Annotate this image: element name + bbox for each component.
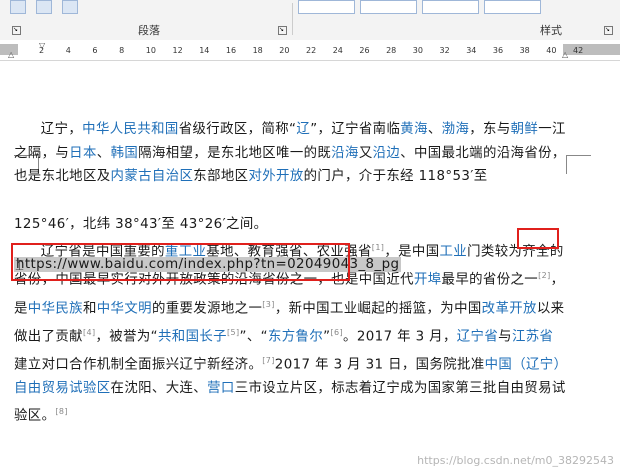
ruler-track[interactable] xyxy=(18,44,563,55)
footnote-marker-icon: [1] xyxy=(371,243,385,253)
align-left-button[interactable] xyxy=(10,0,26,14)
body-text: ”、“ xyxy=(239,329,268,345)
crop-mark-right-h xyxy=(566,155,591,156)
font-dialog-launcher-icon[interactable]: ↘ xyxy=(12,26,21,35)
body-text: 建立对口合作机制全面振兴辽宁新经济。 xyxy=(14,357,263,373)
footnote-marker-icon: [5] xyxy=(226,327,240,337)
highlight-box-url xyxy=(11,243,350,281)
ruler-tick-label: 34 xyxy=(466,46,477,55)
style-heading-2[interactable] xyxy=(484,0,541,14)
body-text: 省级行政区，简称“ xyxy=(178,122,297,137)
styles-group-label: 样式 xyxy=(540,24,562,37)
body-text: 又 xyxy=(358,145,373,161)
body-text: 。2017 年 3 月， xyxy=(343,329,457,345)
ruler-tick-label: 24 xyxy=(332,46,343,55)
ruler-tick-label: 10 xyxy=(145,46,156,55)
ruler-tick-label: 20 xyxy=(279,46,290,55)
body-text: 隔海相望，是东北地区唯一的既 xyxy=(138,145,332,161)
paragraph-1: 辽宁，中华人民共和国省级行政区，简称“辽”，辽宁省南临黄海、渤海，东与朝鲜一江之… xyxy=(14,118,566,189)
body-text: 、 xyxy=(427,122,442,137)
style-normal[interactable] xyxy=(298,0,355,14)
ruler-tick-label: 4 xyxy=(65,46,71,55)
hyperlink-text[interactable]: 共和国长子 xyxy=(158,329,227,344)
hyperlink-text[interactable]: 东方鲁尔 xyxy=(268,329,323,344)
ruler-tick-label: 8 xyxy=(119,46,125,55)
crop-mark-right xyxy=(566,155,567,174)
ruler-tick-label: 40 xyxy=(546,46,557,55)
paragraph-dialog-launcher-icon[interactable]: ↘ xyxy=(278,26,287,35)
body-text: 、 xyxy=(96,145,111,161)
body-text: ，新中国工业崛起的摇篮，为中国 xyxy=(274,300,482,316)
ruler-tick-label: 38 xyxy=(519,46,530,55)
ribbon: ↘ 段落 ↘ 样式 ↘ xyxy=(0,0,620,41)
ruler-tick-label: 6 xyxy=(92,46,98,55)
watermark-text: https://blog.csdn.net/m0_38292543 xyxy=(417,454,614,467)
hyperlink-text[interactable]: 朝鲜 xyxy=(511,122,539,137)
paragraph-group-label: 段落 xyxy=(138,24,160,37)
body-text: ”，辽宁省南临 xyxy=(310,122,401,137)
ruler-tick-label: 14 xyxy=(199,46,210,55)
footnote-marker-icon: [8] xyxy=(55,407,68,417)
hyperlink-text[interactable]: 工业 xyxy=(440,245,468,260)
ruler-tick-label: 12 xyxy=(172,46,183,55)
body-text: 与 xyxy=(498,329,512,345)
hyperlink-text[interactable]: 内蒙古自治区 xyxy=(111,169,194,184)
footnote-marker-icon: [7] xyxy=(262,355,275,365)
body-text: 和 xyxy=(82,300,97,316)
body-text: 的重要发源地之一 xyxy=(151,300,263,316)
ruler-tick-label: 32 xyxy=(439,46,450,55)
style-heading-1[interactable] xyxy=(422,0,479,14)
ruler-tick-label: 22 xyxy=(306,46,317,55)
highlight-box-small xyxy=(517,228,559,249)
body-text: 最早的省份之一 xyxy=(441,272,539,288)
hyperlink-text[interactable]: 韩国 xyxy=(111,146,139,161)
hyperlink-text[interactable]: 中华人民共和国 xyxy=(82,122,179,137)
body-text: 东部地区 xyxy=(193,169,249,185)
footnote-marker-icon: [2] xyxy=(538,271,551,281)
footnote-marker-icon: [4] xyxy=(82,327,96,337)
ruler-tick-label: 42 xyxy=(573,46,584,55)
align-right-button[interactable] xyxy=(62,0,78,14)
footnote-marker-icon: [3] xyxy=(262,299,275,309)
ribbon-separator xyxy=(292,3,293,35)
body-text: ，被誉为“ xyxy=(95,329,158,345)
paragraph-1-tail: 125°46′，北纬 38°43′至 43°26′之间。 xyxy=(14,216,268,232)
hyperlink-text[interactable]: 营口 xyxy=(207,381,235,396)
body-text: 的门户，介于东经 118°53′至 xyxy=(303,169,488,185)
ruler-tick-label: 18 xyxy=(252,46,263,55)
hyperlink-text[interactable]: 渤海 xyxy=(442,122,470,137)
ruler-right-margin xyxy=(563,44,620,55)
hyperlink-text[interactable]: 日本 xyxy=(69,146,97,161)
hyperlink-text[interactable]: 辽宁省 xyxy=(457,329,498,344)
styles-dialog-launcher-icon[interactable]: ↘ xyxy=(604,26,613,35)
hyperlink-text[interactable]: 对外开放 xyxy=(248,169,303,184)
hyperlink-text[interactable]: 中华民族 xyxy=(28,301,83,316)
ruler-tick-label: 16 xyxy=(225,46,237,55)
hyperlink-text[interactable]: 黄海 xyxy=(400,122,428,137)
ruler-tick-label: 28 xyxy=(386,46,397,55)
hyperlink-text[interactable]: 改革开放 xyxy=(482,301,537,316)
body-text: 2017 年 3 月 31 日，国务院批准 xyxy=(274,357,485,373)
body-text: ，东与 xyxy=(469,122,511,137)
body-text: 辽宁， xyxy=(40,122,83,137)
footnote-marker-icon: [6] xyxy=(330,327,344,337)
right-indent-icon[interactable]: △ xyxy=(562,50,568,59)
ruler-tick-label: 30 xyxy=(412,46,423,55)
ruler-tick-label: 36 xyxy=(492,46,504,55)
hyperlink-text[interactable]: 辽 xyxy=(296,122,310,137)
hyperlink-text[interactable]: 中华文明 xyxy=(97,301,152,316)
hyperlink-text[interactable]: 江苏省 xyxy=(512,329,553,344)
hyperlink-text[interactable]: 开埠 xyxy=(414,273,442,288)
horizontal-ruler[interactable]: 2 4 6 8 10 12 14 16 18 20 22 24 26 28 30 32 34 36 38 40 42 ▽… xyxy=(0,40,620,61)
hyperlink-text[interactable]: 沿边 xyxy=(373,146,401,161)
body-text: 在沈阳、大连、 xyxy=(110,380,208,396)
hyperlink-text[interactable]: 沿海 xyxy=(331,146,359,161)
ruler-tick-label: 26 xyxy=(359,46,370,55)
first-line-indent-icon[interactable]: ▽ xyxy=(39,41,45,50)
hanging-indent-icon[interactable]: △ xyxy=(8,50,14,59)
style-no-spacing[interactable] xyxy=(360,0,417,14)
align-center-button[interactable] xyxy=(36,0,52,14)
